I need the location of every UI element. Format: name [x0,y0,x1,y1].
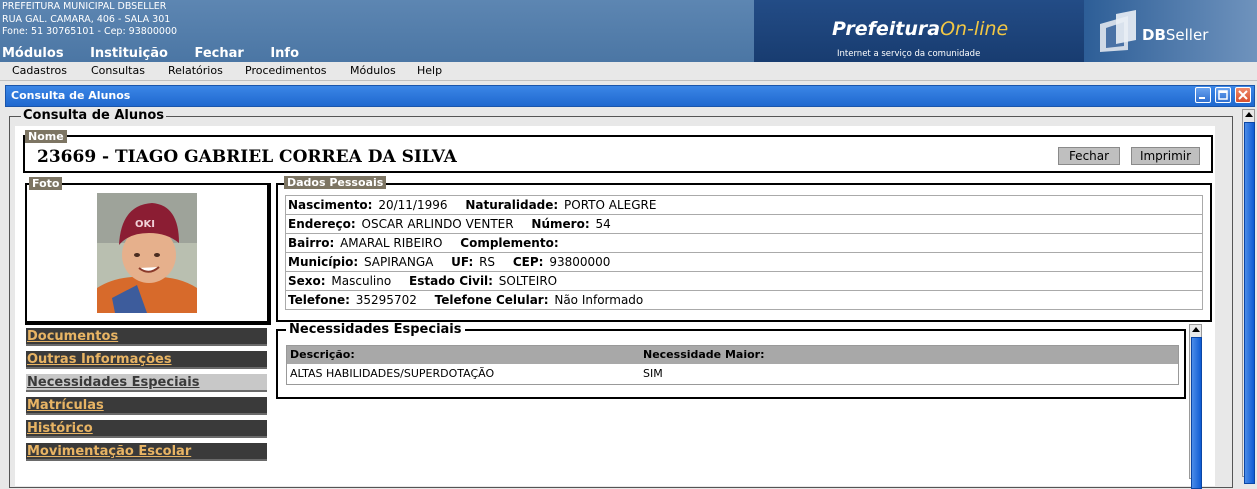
cell-necessidade-maior: SIM [643,367,663,380]
menu-relatorios[interactable]: Relatórios [168,64,223,77]
vendor-seller: Seller [1165,26,1209,44]
topnav-modulos[interactable]: Módulos [2,46,64,61]
student-name: 23669 - TIAGO GABRIEL CORREA DA SILVA [37,147,457,167]
link-historico[interactable]: Histórico [26,420,267,438]
menu-procedimentos[interactable]: Procedimentos [245,64,327,77]
nome-box: 23669 - TIAGO GABRIEL CORREA DA SILVA Fe… [23,135,1213,173]
col-descricao: Descrição: [290,348,355,361]
window-content: Consulta de Alunos 23669 - TIAGO GABRIEL… [5,107,1238,489]
cell-descricao: ALTAS HABILIDADES/SUPERDOTAÇÃO [290,367,495,380]
menu-consultas[interactable]: Consultas [91,64,145,77]
top-nav: Módulos Instituição Fechar Info [2,46,321,61]
row-nascimento: Nascimento: 20/11/1996 Naturalidade: POR… [286,196,1202,215]
value-naturalidade: PORTO ALEGRE [564,198,657,212]
col-necessidade-maior: Necessidade Maior: [643,348,765,361]
label-endereco: Endereço: [288,217,356,231]
value-estado-civil: SOLTEIRO [498,274,558,288]
value-nascimento: 20/11/1996 [378,198,448,212]
link-movimentacao-escolar[interactable]: Movimentação Escolar [26,443,267,461]
maximize-icon [1218,90,1228,100]
prefeitura-online-logo: PrefeituraOn-line Internet a serviço da … [754,0,1084,62]
value-uf: RS [479,255,496,269]
minimize-icon [1199,97,1205,99]
value-bairro: AMARAL RIBEIRO [340,236,443,250]
imprimir-button[interactable]: Imprimir [1131,147,1200,165]
label-telefone: Telefone: [288,293,350,307]
org-phone: Fone: 51 30765101 - Cep: 93800000 [2,26,178,37]
row-endereco: Endereço: OSCAR ARLINDO VENTER Número: 5… [286,215,1202,234]
org-address: RUA GAL. CAMARA, 406 - SALA 301 [2,13,171,25]
vendor-db: DB [1142,26,1166,44]
window-scroll-thumb[interactable] [1244,122,1255,484]
dados-table: Nascimento: 20/11/1996 Naturalidade: POR… [285,195,1203,310]
link-outras-informacoes[interactable]: Outras Informações [26,351,267,369]
value-numero: 54 [595,217,611,231]
row-bairro: Bairro: AMARAL RIBEIRO Complemento: [286,234,1202,253]
org-info: PREFEITURA MUNICIPAL DBSELLER RUA GAL. C… [2,1,177,39]
dbseller-logo: DBSeller [1084,0,1257,62]
necessidades-table: Descrição: Necessidade Maior: ALTAS HABI… [286,345,1179,385]
scroll-up-icon[interactable] [1245,112,1253,117]
topnav-instituicao[interactable]: Instituição [90,46,168,61]
label-complemento: Complemento: [460,236,559,250]
window-scrollbar[interactable] [1242,109,1255,484]
foto-box: OKI [25,183,271,325]
close-icon [1238,90,1248,100]
svg-text:OKI: OKI [135,219,155,230]
inner-scrollbar[interactable] [1189,324,1202,489]
label-sexo: Sexo: [288,274,326,288]
topnav-fechar[interactable]: Fechar [194,46,243,61]
dbseller-emblem-icon [1100,10,1136,52]
dados-pessoais-label: Dados Pessoais [284,176,387,189]
menu-help[interactable]: Help [417,64,442,77]
menu-modulos[interactable]: Módulos [350,64,396,77]
inner-scroll-thumb[interactable] [1191,337,1202,489]
label-cep: CEP: [512,255,544,269]
value-municipio: SAPIRANGA [363,255,434,269]
label-municipio: Município: [288,255,359,269]
value-endereco: OSCAR ARLINDO VENTER [361,217,514,231]
label-nascimento: Nascimento: [288,198,373,212]
label-bairro: Bairro: [288,236,335,250]
label-celular: Telefone Celular: [434,293,549,307]
scroll-up-icon[interactable] [1192,327,1200,332]
dados-pessoais-box: Nascimento: 20/11/1996 Naturalidade: POR… [276,183,1212,322]
link-matriculas[interactable]: Matrículas [26,397,267,415]
topnav-info[interactable]: Info [270,46,299,61]
row-sexo: Sexo: Masculino Estado Civil: SOLTEIRO [286,272,1202,291]
org-name: PREFEITURA MUNICIPAL DBSELLER [2,1,167,12]
foto-label: Foto [29,177,63,190]
value-sexo: Masculino [331,274,392,288]
label-naturalidade: Naturalidade: [465,198,559,212]
window-titlebar: Consulta de Alunos [5,85,1255,107]
logo-text-accent: On-line [940,18,1009,40]
window-title: Consulta de Alunos [11,89,131,102]
row-municipio: Município: SAPIRANGA UF: RS CEP: 9380000… [286,253,1202,272]
portal-tagline: Internet a serviço da comunidade [837,49,981,59]
label-numero: Número: [531,217,590,231]
row-telefone: Telefone: 35295702 Telefone Celular: Não… [286,291,1202,309]
menu-cadastros[interactable]: Cadastros [12,64,67,77]
label-estado-civil: Estado Civil: [409,274,493,288]
necessidades-box: Necessidades Especiais Descrição: Necess… [276,322,1186,399]
value-celular: Não Informado [554,293,644,307]
student-photo: OKI [97,193,197,313]
value-cep: 93800000 [549,255,611,269]
fieldset-title: Consulta de Alunos [21,108,167,123]
label-uf: UF: [451,255,474,269]
close-button[interactable] [1235,87,1251,103]
link-documentos[interactable]: Documentos [26,328,267,346]
fechar-button[interactable]: Fechar [1058,147,1120,165]
value-telefone: 35295702 [355,293,417,307]
necessidades-title: Necessidades Especiais [286,322,465,337]
maximize-button[interactable] [1215,87,1231,103]
nome-label: Nome [25,130,67,143]
link-necessidades-especiais[interactable]: Necessidades Especiais [26,374,267,392]
logo-text-main: Prefeitura [832,18,941,40]
table-row[interactable]: ALTAS HABILIDADES/SUPERDOTAÇÃO SIM [287,364,1178,384]
minimize-button[interactable] [1195,87,1211,103]
table-header: Descrição: Necessidade Maior: [287,346,1178,364]
menubar: Cadastros Consultas Relatórios Procedime… [0,62,1257,81]
